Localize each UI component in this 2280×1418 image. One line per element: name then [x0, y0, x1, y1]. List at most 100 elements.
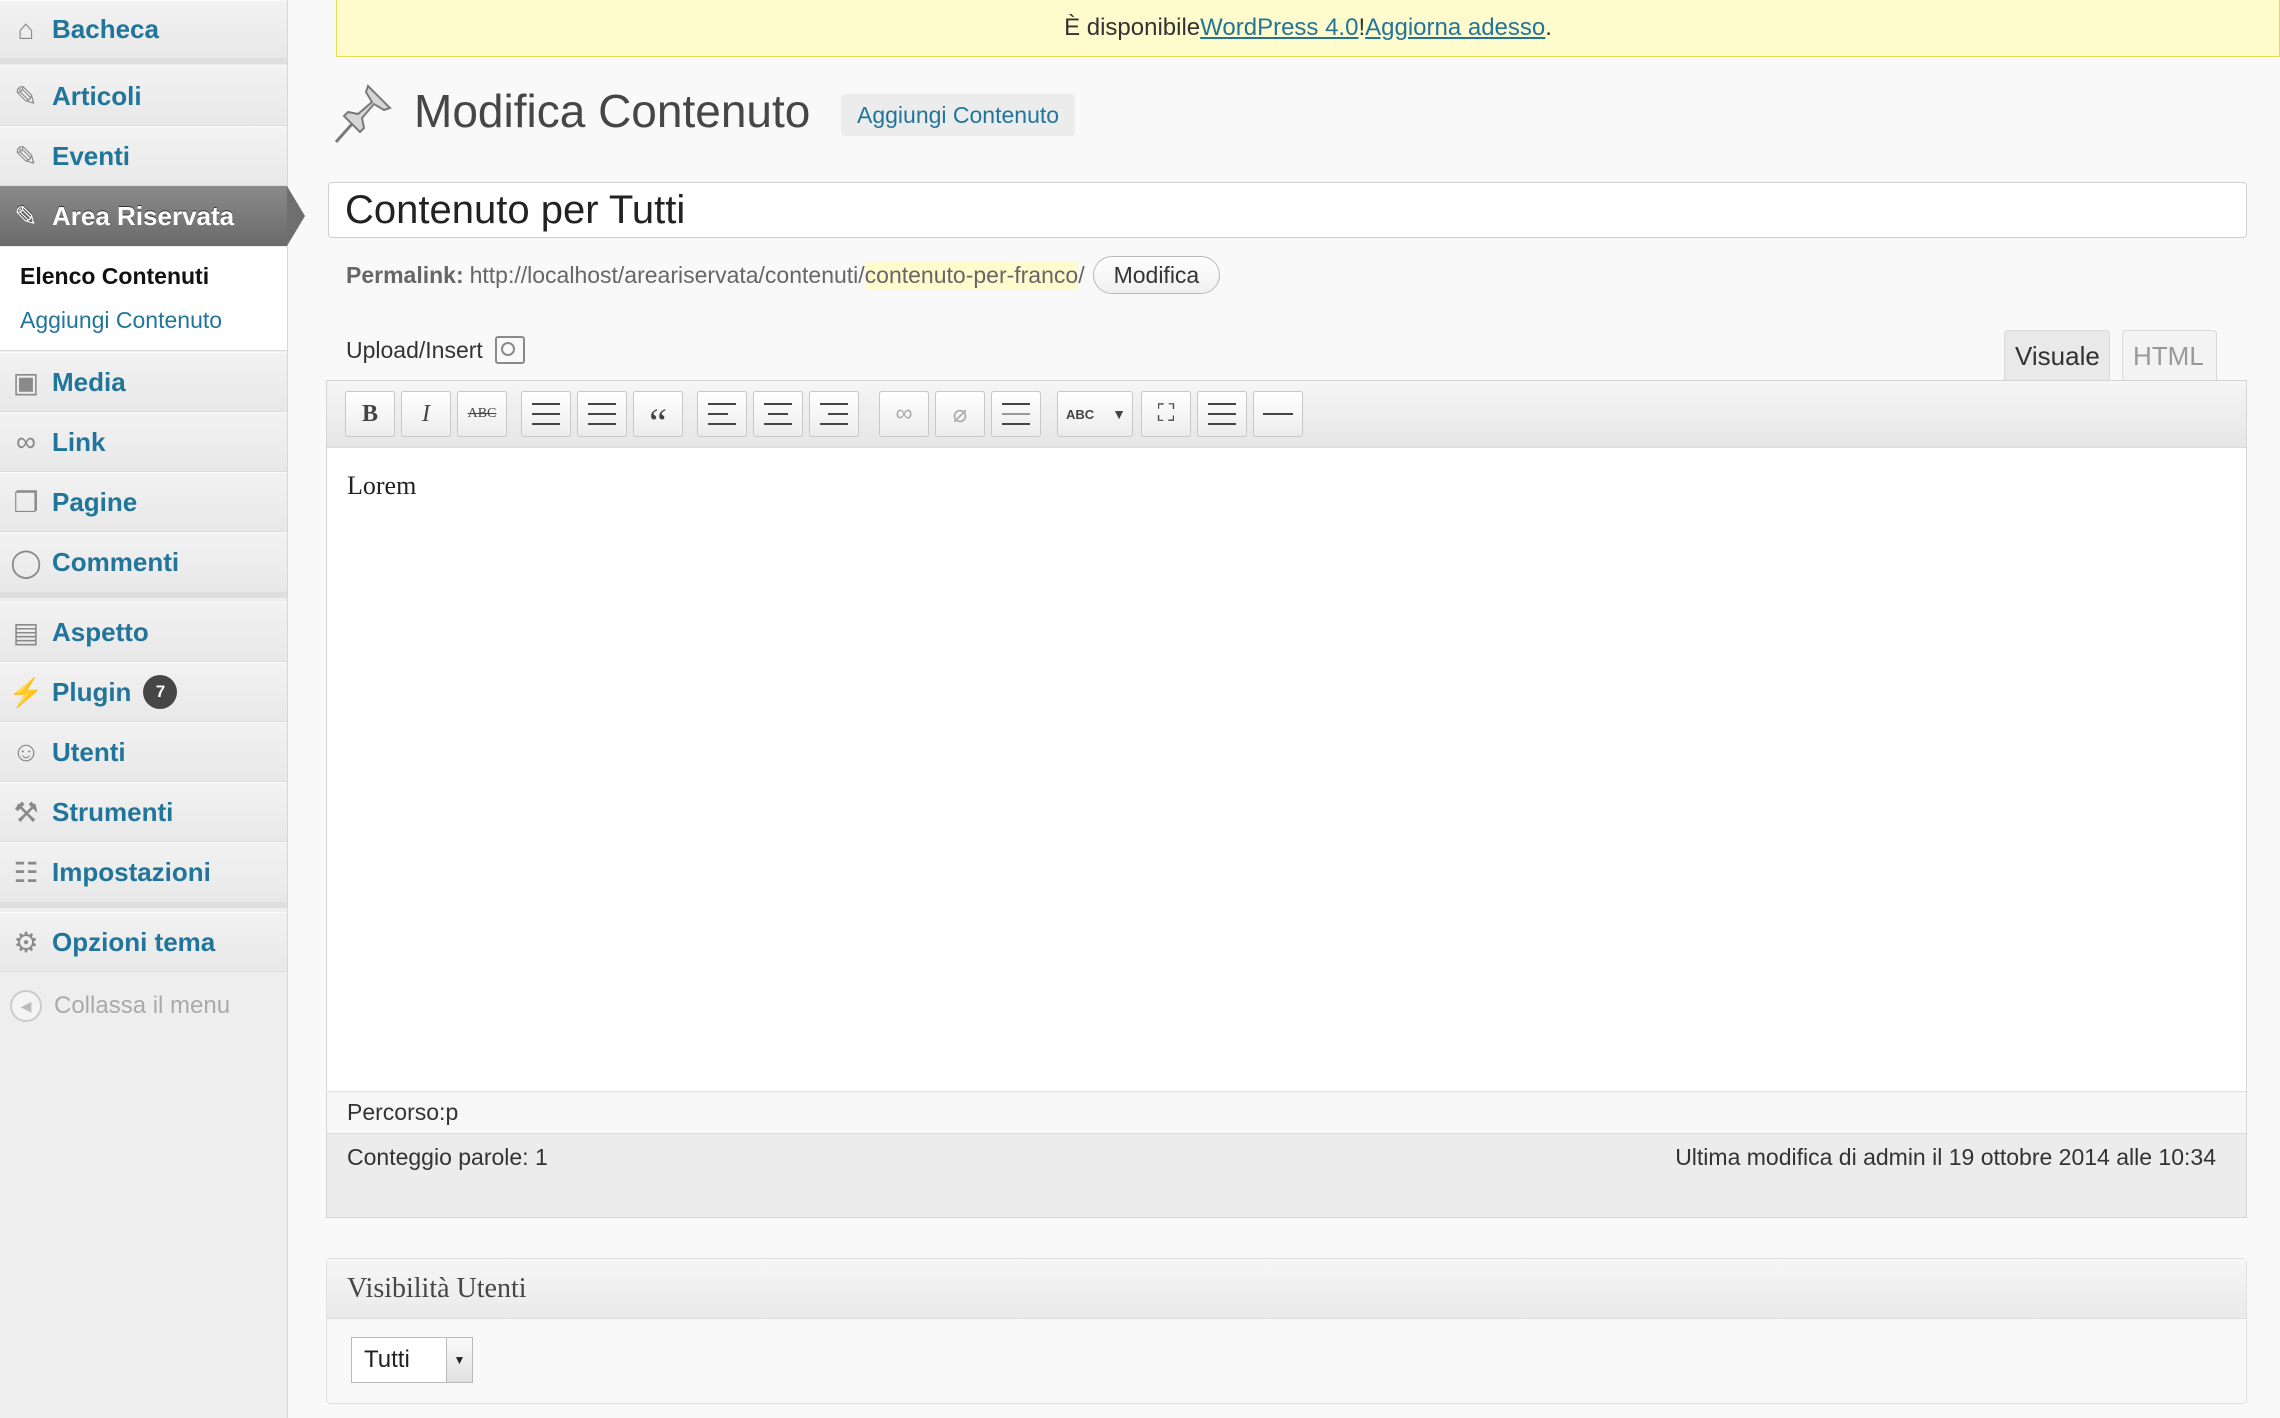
visibility-metabox: Visibilità Utenti Tutti ▼ — [326, 1258, 2247, 1404]
blockquote-button[interactable]: “ — [633, 391, 683, 445]
content-editor: B I ABC “ ∞ ⌀ ABC ▼ ⛶ Lorem Percorso: p … — [326, 380, 2247, 1218]
tools-icon: ⚒ — [13, 796, 39, 828]
menu-item-commenti[interactable]: ◯ Commenti — [0, 532, 287, 598]
menu-item-articoli[interactable]: ✎ Articoli — [0, 66, 287, 126]
menu-item-area-riservata[interactable]: ✎ Area Riservata — [0, 186, 305, 246]
menu-label: Opzioni tema — [52, 926, 216, 957]
align-right-icon — [820, 403, 848, 425]
appearance-icon: ▤ — [12, 616, 40, 648]
pushpin-icon: ✎ — [14, 200, 38, 232]
menu-label: Impostazioni — [52, 857, 211, 887]
menu-label: Commenti — [52, 547, 180, 577]
word-count: Conteggio parole: 1 — [347, 1144, 548, 1170]
align-left-button[interactable] — [697, 391, 747, 437]
bold-button[interactable]: B — [345, 391, 395, 437]
menu-item-aspetto[interactable]: ▤ Aspetto — [0, 602, 287, 662]
menu-item-strumenti[interactable]: ⚒ Strumenti — [0, 782, 287, 842]
insert-link-button[interactable]: ∞ — [879, 391, 929, 437]
menu-label: Strumenti — [52, 796, 174, 827]
media-icon: ▣ — [12, 366, 40, 398]
menu-item-bacheca[interactable]: ⌂ Bacheca — [0, 0, 287, 64]
post-title-input[interactable]: Contenuto per Tutti — [328, 182, 2247, 238]
align-center-button[interactable] — [753, 391, 803, 437]
menu-label: Aspetto — [52, 616, 149, 647]
bullet-list-button[interactable] — [521, 391, 571, 437]
visibility-select[interactable]: Tutti ▼ — [351, 1337, 473, 1383]
plugin-icon: ⚡ — [8, 676, 44, 708]
submenu-item-aggiungi-contenuto[interactable]: Aggiungi Contenuto — [20, 307, 222, 334]
numbered-list-button[interactable] — [577, 391, 627, 437]
pushpin-icon — [334, 84, 392, 143]
upload-insert-label: Upload/Insert — [346, 336, 483, 363]
menu-item-opzioni-tema[interactable]: ⚙ Opzioni tema — [0, 912, 287, 972]
spellcheck-label: ABC — [1066, 406, 1095, 422]
home-icon: ⌂ — [17, 13, 35, 45]
path-label: Percorso: — [347, 1099, 446, 1125]
notice-prefix: È disponibile — [1064, 14, 1201, 41]
metabox-title[interactable]: Visibilità Utenti — [327, 1259, 2246, 1319]
menu-item-impostazioni[interactable]: ☷ Impostazioni — [0, 842, 287, 908]
pushpin-icon: ✎ — [14, 80, 38, 112]
kitchen-sink-button[interactable] — [1197, 391, 1247, 437]
horizontal-rule-icon — [1263, 413, 1293, 415]
wordpress-version-link[interactable]: WordPress 4.0 — [1200, 14, 1358, 42]
editor-content-area[interactable]: Lorem — [347, 471, 416, 501]
insert-more-button[interactable] — [991, 391, 1041, 437]
unlink-icon: ⌀ — [952, 400, 968, 428]
add-new-content-button[interactable]: Aggiungi Contenuto — [841, 94, 1076, 136]
add-media-icon[interactable] — [494, 336, 525, 364]
numbered-list-icon — [588, 403, 616, 425]
permalink-row: Permalink: http://localhost/areariservat… — [346, 256, 1221, 294]
collapse-menu-button[interactable]: ◀ Collassa il menu — [0, 978, 287, 1034]
submenu: Elenco Contenuti Aggiungi Contenuto — [0, 247, 287, 351]
menu-label: Bacheca — [52, 14, 159, 44]
align-right-button[interactable] — [809, 391, 859, 437]
menu-item-link[interactable]: ∞ Link — [0, 412, 287, 472]
gear-icon: ⚙ — [13, 926, 39, 958]
horizontal-rule-button[interactable] — [1253, 391, 1303, 437]
menu-item-utenti[interactable]: ☺ Utenti — [0, 722, 287, 782]
path-value[interactable]: p — [445, 1099, 458, 1126]
upload-insert: Upload/Insert — [346, 336, 525, 364]
page-title: Modifica Contenuto — [414, 85, 811, 137]
permalink-suffix: / — [1078, 261, 1085, 288]
permalink-label: Permalink: — [346, 261, 464, 288]
submenu-item-elenco-contenuti[interactable]: Elenco Contenuti — [20, 263, 209, 290]
menu-label: Link — [52, 426, 106, 457]
pages-icon: ❐ — [13, 486, 39, 518]
edit-slug-button[interactable]: Modifica — [1092, 256, 1221, 294]
menu-item-plugin[interactable]: ⚡ Plugin 7 — [0, 662, 287, 722]
chevron-down-icon: ▼ — [1112, 406, 1126, 422]
unlink-button[interactable]: ⌀ — [935, 391, 985, 437]
kitchen-sink-icon — [1208, 403, 1236, 425]
notice-middle: ! — [1358, 14, 1366, 41]
permalink-slug[interactable]: contenuto-per-franco — [864, 261, 1079, 289]
visibility-select-value: Tutti — [364, 1346, 410, 1373]
admin-sidebar: ⌂ Bacheca ✎ Articoli ✎ Eventi ✎ Area Ris… — [0, 0, 305, 1418]
collapse-label: Collassa il menu — [54, 992, 231, 1019]
strikethrough-button[interactable]: ABC — [457, 391, 507, 437]
spellcheck-button[interactable]: ABC ▼ — [1057, 391, 1133, 437]
menu-label: Media — [52, 366, 126, 397]
menu-item-media[interactable]: ▣ Media — [0, 352, 287, 412]
link-icon: ∞ — [16, 426, 36, 457]
tab-html[interactable]: HTML — [2122, 330, 2217, 382]
editor-toolbar: B I ABC “ ∞ ⌀ ABC ▼ ⛶ — [327, 381, 2246, 448]
editor-status-bar: Conteggio parole: 1 Ultima modifica di a… — [327, 1133, 2246, 1217]
update-notice: È disponibile WordPress 4.0 ! Aggiorna a… — [336, 0, 2280, 57]
users-icon: ☺ — [11, 736, 41, 767]
editor-path-bar: Percorso: p — [327, 1091, 2246, 1133]
align-left-icon — [708, 403, 736, 425]
comment-icon: ◯ — [10, 547, 42, 578]
fullscreen-button[interactable]: ⛶ — [1141, 391, 1191, 437]
tab-visual[interactable]: Visuale — [2004, 330, 2110, 382]
menu-item-pagine[interactable]: ❐ Pagine — [0, 472, 287, 532]
chevron-down-icon: ▼ — [446, 1338, 472, 1382]
update-now-link[interactable]: Aggiorna adesso — [1365, 14, 1545, 42]
pushpin-icon: ✎ — [14, 140, 38, 172]
plugin-update-count-badge: 7 — [143, 675, 178, 709]
menu-item-eventi[interactable]: ✎ Eventi — [0, 126, 287, 186]
align-center-icon — [764, 403, 792, 425]
menu-label: Pagine — [52, 486, 138, 517]
italic-button[interactable]: I — [401, 391, 451, 437]
